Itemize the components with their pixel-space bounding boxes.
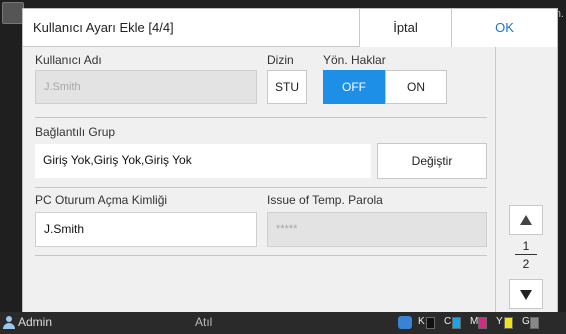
status-mode: Atıl: [195, 315, 213, 329]
user-icon: [3, 316, 15, 329]
divider: [35, 255, 487, 256]
ink-label: C: [444, 316, 452, 327]
divider: [35, 187, 487, 188]
admin-rights-on-toggle[interactable]: ON: [385, 70, 447, 104]
pc-login-label: PC Oturum Açma Kimliği: [35, 193, 168, 207]
ink-level-k: [426, 317, 435, 329]
ink-level-g: [530, 317, 539, 329]
directory-label: Dizin: [267, 53, 294, 67]
dialog-titlebar: Kullanıcı Ayarı Ekle [4/4] İptal OK: [23, 9, 557, 47]
change-group-button[interactable]: Değiştir: [377, 143, 487, 179]
arrow-down-icon: [520, 290, 532, 300]
username-field: J.Smith: [35, 70, 257, 104]
temp-password-label: Issue of Temp. Parola: [267, 193, 383, 207]
home-icon[interactable]: [2, 2, 24, 24]
current-page: 1: [522, 239, 530, 253]
dialog-title: Kullanıcı Ayarı Ekle [4/4]: [33, 20, 174, 35]
ink-level-y: [504, 317, 513, 329]
add-user-dialog: Kullanıcı Ayarı Ekle [4/4] İptal OK Kull…: [22, 8, 558, 314]
ink-label: K: [418, 316, 425, 327]
dialog-content: Kullanıcı Adı J.Smith Dizin STU Yön. Hak…: [23, 47, 495, 313]
admin-rights-off-toggle[interactable]: OFF: [323, 70, 385, 104]
ok-button[interactable]: OK: [451, 9, 557, 47]
page-fraction-line: [515, 254, 537, 255]
printer-status-icon: [398, 316, 412, 329]
group-field: Giriş Yok,Giriş Yok,Giriş Yok: [35, 144, 371, 178]
ink-level-m: [478, 317, 487, 329]
temp-password-field: *****: [267, 212, 487, 247]
admin-rights-label: Yön. Haklar: [323, 53, 386, 67]
pc-login-field[interactable]: J.Smith: [35, 212, 257, 247]
status-user: Admin: [18, 315, 53, 329]
cancel-button[interactable]: İptal: [359, 9, 451, 47]
total-pages: 2: [522, 257, 530, 271]
page-up-button[interactable]: [509, 205, 543, 235]
ink-label: G: [522, 316, 530, 327]
pager: 1 2: [495, 47, 557, 313]
divider: [35, 117, 487, 118]
page-down-button[interactable]: [509, 279, 543, 309]
username-label: Kullanıcı Adı: [35, 53, 102, 67]
ink-label: Y: [496, 316, 503, 327]
status-bar: Admin Atıl K C M Y G: [0, 312, 566, 334]
group-label: Bağlantılı Grup: [35, 125, 116, 139]
directory-button[interactable]: STU: [267, 70, 307, 104]
ink-level-c: [452, 317, 461, 329]
arrow-up-icon: [520, 215, 532, 225]
